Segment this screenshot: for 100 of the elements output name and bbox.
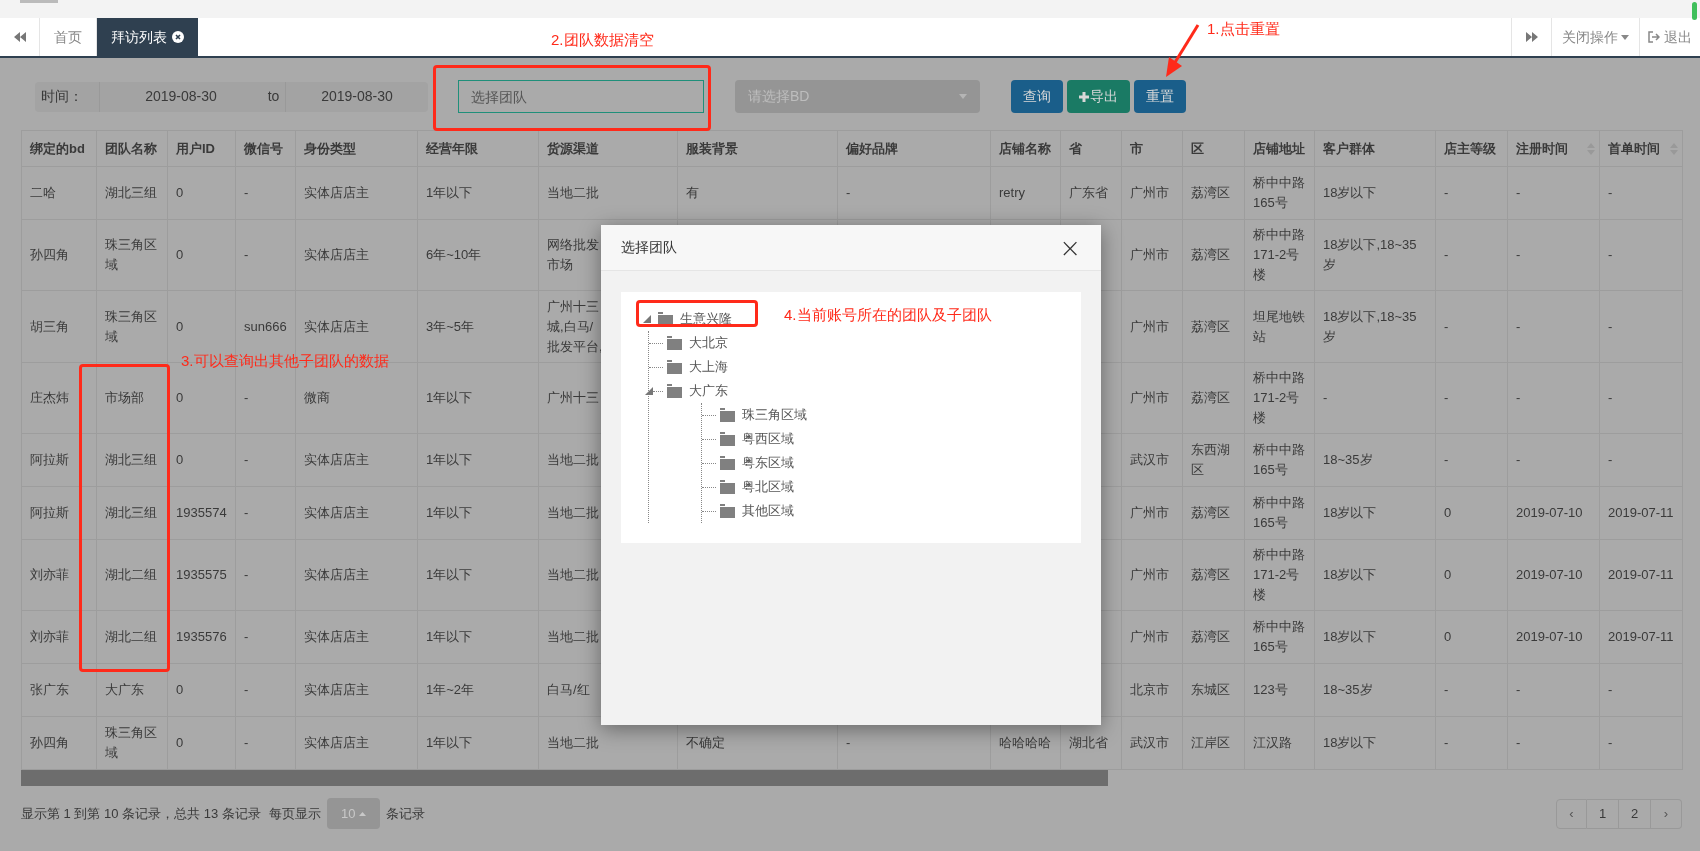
close-icon[interactable]: [172, 31, 184, 43]
table-cell-text: 市场: [547, 256, 573, 274]
table-cell: 当地二批: [547, 452, 599, 467]
tree-node[interactable]: 粤西区域: [742, 429, 794, 449]
table-cell: -: [1444, 318, 1449, 334]
close-button[interactable]: ×: [1059, 234, 1081, 261]
table-cell: 当地二批: [547, 735, 599, 750]
table-cell: 18岁以下: [1323, 735, 1377, 750]
table-cell: 二哈: [30, 185, 56, 200]
table-cell: -: [846, 185, 851, 200]
annotation-arrow: [1166, 24, 1200, 77]
table-cell: 实体店店主: [304, 452, 369, 467]
column-header: 经营年限: [417, 130, 539, 167]
table-cell: 2019-07-10: [1516, 629, 1583, 644]
table-cell: 孙四角: [30, 247, 69, 262]
table-cell: 实体店店主: [304, 735, 369, 750]
column-header: 区: [1182, 130, 1245, 167]
table-cell: 哈哈哈哈: [999, 735, 1051, 750]
table-cell: -: [1323, 390, 1328, 405]
horizontal-scrollbar[interactable]: [21, 770, 1108, 786]
column-header: 店铺地址: [1244, 130, 1315, 167]
records-summary: 显示第 1 到第 10 条记录，总共 13 条记录: [21, 804, 261, 823]
table-cell: 桥中中路165号: [1253, 175, 1305, 210]
column-header[interactable]: 首单时间: [1599, 130, 1683, 167]
tree-node[interactable]: 粤北区域: [742, 477, 794, 497]
to-label: to: [266, 87, 281, 106]
logout-button[interactable]: 退出: [1639, 18, 1700, 56]
previous-page-button[interactable]: ‹: [1556, 798, 1587, 829]
table-cell: 湖北二组: [105, 567, 157, 582]
table-cell: 0: [1444, 629, 1452, 644]
table-cell: 1年以下: [426, 567, 473, 582]
column-header: 服装背景: [677, 130, 838, 167]
table-cell: 武汉市: [1130, 735, 1169, 750]
table-cell: -: [1608, 735, 1613, 750]
table-cell: 1935574: [176, 505, 227, 520]
tree-node[interactable]: 大上海: [689, 357, 728, 377]
table-cell: 1年以下: [426, 390, 473, 405]
table-cell: 实体店店主: [304, 567, 369, 582]
next-page-button[interactable]: ›: [1651, 798, 1682, 829]
table-cell: 阿拉斯: [30, 505, 69, 520]
table-cell: -: [1516, 247, 1521, 262]
table-cell: -: [1516, 318, 1521, 334]
table-cell: -: [1608, 185, 1613, 200]
per-page-label: 每页显示: [268, 804, 321, 823]
tree-node[interactable]: 大北京: [689, 333, 728, 353]
table-cell: 东城区: [1191, 682, 1230, 697]
table-cell: 1年以下: [426, 185, 473, 200]
table-cell: 庄杰炜: [30, 390, 69, 405]
folder-icon: [667, 360, 682, 374]
button[interactable]: 查询: [1011, 80, 1063, 113]
table-cell: 0: [176, 452, 184, 467]
table-cell: 珠三角区域: [105, 237, 157, 272]
table-cell: -: [1608, 247, 1613, 262]
table-cell: 不确定: [686, 735, 725, 750]
table-cell: 0: [176, 185, 184, 200]
table-cell: 江岸区: [1191, 735, 1230, 750]
button[interactable]: 导出: [1067, 80, 1130, 113]
table-cell: 胡三角: [30, 318, 69, 334]
table-cell: 广州十三: [547, 390, 599, 405]
page-button[interactable]: 2: [1619, 798, 1651, 829]
table-cell: 广州市: [1130, 247, 1169, 262]
end-date-field[interactable]: 2019-08-30: [285, 81, 428, 112]
table-cell: 2019-07-11: [1608, 567, 1674, 582]
page-button[interactable]: 1: [1587, 798, 1619, 829]
table-cell-text: 广州十三: [547, 297, 599, 316]
table-cell: -: [1444, 185, 1449, 200]
modal-title: 选择团队: [621, 238, 677, 257]
tree-node[interactable]: 粤东区域: [742, 453, 794, 473]
table-cell: 18岁以下: [1323, 567, 1377, 582]
close-menu-dropdown[interactable]: 关闭操作: [1551, 18, 1639, 56]
table-cell: 当地二批: [547, 629, 599, 644]
table-cell: 0: [176, 735, 184, 750]
table-cell: 实体店店主: [304, 247, 369, 262]
button[interactable]: 重置: [1134, 80, 1186, 113]
table-cell: 坦尾地铁站: [1253, 308, 1305, 344]
table-cell: retry: [999, 185, 1025, 200]
table-cell: 荔湾区: [1191, 567, 1230, 582]
table-cell: 2019-07-10: [1516, 567, 1583, 582]
start-date-field[interactable]: 2019-08-30: [99, 81, 262, 112]
table-cell: 张广东: [30, 682, 69, 697]
tree-node[interactable]: 珠三角区域: [742, 405, 807, 425]
table-cell: -: [244, 390, 249, 405]
table-cell: 湖北二组: [105, 629, 157, 644]
tree-node[interactable]: 其他区域: [742, 501, 794, 521]
team-field[interactable]: 选择团队: [458, 80, 704, 113]
column-header[interactable]: 注册时间: [1507, 130, 1600, 167]
table-cell: 桥中中路165号: [1253, 619, 1305, 654]
scrollbar-thumb[interactable]: [1692, 2, 1697, 20]
tab[interactable]: 拜访列表: [97, 18, 198, 56]
table-cell: 广东省: [1069, 185, 1108, 200]
table-cell: 珠三角区域: [105, 308, 157, 344]
table-cell: 2019-07-11: [1608, 505, 1674, 520]
table-cell: 桥中中路171-2号楼: [1253, 547, 1305, 602]
expanded-icon[interactable]: [645, 387, 653, 395]
tree-node[interactable]: 大广东: [689, 381, 728, 401]
table-cell: 2019-07-10: [1516, 505, 1583, 520]
annotation-text: 4.当前账号所在的团队及子团队: [784, 305, 992, 325]
logout-icon: [1648, 31, 1660, 43]
table-cell: 当地二批: [547, 505, 599, 520]
table-cell: 桥中中路165号: [1253, 495, 1305, 530]
